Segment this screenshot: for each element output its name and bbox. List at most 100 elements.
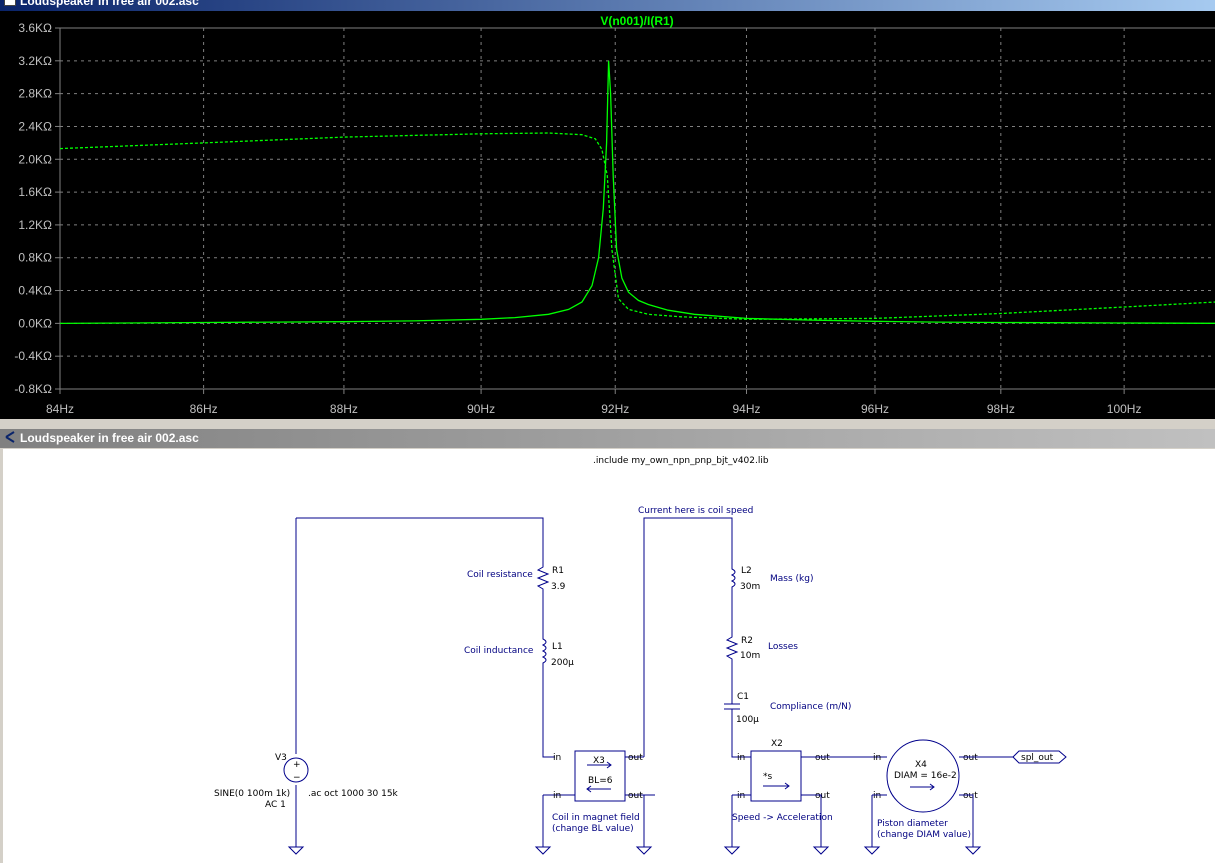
y-tick-label[interactable]: 2.4KΩ — [18, 119, 52, 133]
ground-symbol-x2-in[interactable] — [723, 794, 751, 855]
net-label-text[interactable]: spl_out — [1021, 753, 1054, 763]
l1-value[interactable]: 200µ — [551, 658, 574, 668]
x2-pin-out-plus: out — [815, 753, 830, 763]
y-tick-label[interactable]: 2.8KΩ — [18, 87, 52, 101]
x3-pin-in-minus: in — [553, 791, 561, 801]
y-axis-labels: 3.6KΩ 3.2KΩ 2.8KΩ 2.4KΩ 2.0KΩ 1.6KΩ 1.2KΩ 0.8KΩ… — [14, 21, 52, 396]
c1-name[interactable]: C1 — [737, 692, 749, 702]
coil-speed-note[interactable]: Current here is coil speed — [638, 506, 753, 516]
x3-arrow-left-icon — [586, 785, 611, 793]
y-tick-label[interactable]: 0.8KΩ — [18, 251, 52, 265]
x2-pin-in-plus: in — [737, 753, 745, 763]
coil-magnet-label-2[interactable]: (change BL value) — [552, 824, 634, 834]
schematic-drawing[interactable]: .include my_own_npn_pnp_bjt_v402.lib Cur… — [3, 449, 1215, 863]
r1-name[interactable]: R1 — [552, 566, 564, 576]
resistor-r1[interactable] — [536, 564, 550, 634]
x-tick-label[interactable]: 84Hz — [46, 402, 74, 416]
x-axis-labels: 84Hz86Hz88Hz90Hz92Hz94Hz96Hz98Hz100Hz102… — [46, 402, 1142, 416]
x4-pin-out-minus: out — [963, 791, 978, 801]
x3-value[interactable]: BL=6 — [588, 776, 613, 786]
r1-value[interactable]: 3.9 — [551, 582, 566, 592]
x4-name[interactable]: X4 — [915, 760, 927, 770]
wire-top-left[interactable] — [296, 517, 544, 564]
y-tick-label[interactable]: 3.6KΩ — [18, 21, 52, 35]
x-tick-label[interactable]: 100Hz — [1107, 402, 1142, 416]
capacitor-c1[interactable] — [724, 702, 751, 758]
speed-accel-label[interactable]: Speed -> Acceleration — [732, 813, 833, 823]
r2-value[interactable]: 10m — [740, 651, 760, 661]
ground-symbol-x3-in[interactable] — [534, 795, 552, 855]
l1-name[interactable]: L1 — [552, 642, 563, 652]
x4-value[interactable]: DIAM = 16e-2 — [894, 771, 957, 781]
x2-name[interactable]: X2 — [771, 739, 783, 749]
v3-value-sine[interactable]: SINE(0 100m 1k) — [214, 789, 290, 799]
series-phase-line[interactable] — [59, 132, 1215, 320]
plot-window-title: Loudspeaker in free air 002.asc — [20, 0, 199, 8]
window-icon — [4, 0, 16, 6]
block-x2[interactable] — [750, 750, 802, 802]
piston-label-2[interactable]: (change DIAM value) — [877, 830, 971, 840]
x-tick-label[interactable]: 88Hz — [330, 402, 358, 416]
coil-inductance-label[interactable]: Coil inductance — [464, 646, 534, 656]
coil-magnet-label-1[interactable]: Coil in magnet field — [552, 813, 640, 823]
plot-frame — [59, 27, 1215, 390]
x3-pin-out-minus: out — [628, 791, 643, 801]
ground-symbol-x2-out[interactable] — [801, 794, 830, 855]
x2-pin-out-minus: out — [815, 791, 830, 801]
x-tick-label[interactable]: 98Hz — [987, 402, 1015, 416]
source-plus-sign: + — [293, 760, 301, 770]
x2-arrow-icon — [763, 782, 790, 790]
ground-symbol-x4-out[interactable] — [959, 794, 982, 855]
x-tick-label[interactable]: 92Hz — [601, 402, 629, 416]
y-tick-label[interactable]: 1.6KΩ — [18, 185, 52, 199]
inductor-l2[interactable] — [730, 564, 736, 634]
y-tick-label[interactable]: 2.0KΩ — [18, 152, 52, 166]
x2-value[interactable]: *s — [763, 772, 773, 782]
source-minus-sign: − — [293, 773, 301, 783]
y-tick-label[interactable]: 0.0KΩ — [18, 316, 52, 330]
x3-pin-out-plus: out — [628, 753, 643, 763]
losses-label[interactable]: Losses — [768, 642, 798, 652]
x-tick-label[interactable]: 94Hz — [732, 402, 760, 416]
y-tick-label[interactable]: 3.2KΩ — [18, 54, 52, 68]
x4-arrow-icon — [910, 783, 935, 791]
x-tick-label[interactable]: 86Hz — [190, 402, 218, 416]
wire-coil-speed[interactable] — [643, 517, 733, 757]
c1-value[interactable]: 100µ — [736, 715, 759, 725]
l2-name[interactable]: L2 — [741, 566, 752, 576]
schematic-canvas[interactable]: .include my_own_npn_pnp_bjt_v402.lib Cur… — [3, 449, 1215, 863]
v3-value-ac[interactable]: AC 1 — [265, 800, 286, 810]
ac-directive[interactable]: .ac oct 1000 30 15k — [308, 789, 399, 799]
v3-name[interactable]: V3 — [275, 753, 287, 763]
chart-grid — [55, 27, 1215, 394]
waveform-plot-pane[interactable]: 3.6KΩ 3.2KΩ 2.8KΩ 2.4KΩ 2.0KΩ 1.6KΩ 1.2KΩ 0.8KΩ… — [0, 9, 1215, 419]
inductor-l1[interactable] — [541, 634, 555, 758]
x-tick-label[interactable]: 90Hz — [467, 402, 495, 416]
x4-pin-in-minus: in — [873, 791, 881, 801]
piston-label-1[interactable]: Piston diameter — [877, 819, 948, 829]
ground-symbol-x3-out[interactable] — [635, 795, 653, 855]
y-tick-label[interactable]: 0.4KΩ — [18, 284, 52, 298]
mass-label[interactable]: Mass (kg) — [770, 574, 813, 584]
x4-pin-out-plus: out — [963, 753, 978, 763]
r2-name[interactable]: R2 — [741, 636, 753, 646]
x2-pin-in-minus: in — [737, 791, 745, 801]
impedance-chart[interactable]: 3.6KΩ 3.2KΩ 2.8KΩ 2.4KΩ 2.0KΩ 1.6KΩ 1.2KΩ 0.8KΩ… — [0, 9, 1215, 419]
coil-resistance-label[interactable]: Coil resistance — [467, 570, 533, 580]
include-directive[interactable]: .include my_own_npn_pnp_bjt_v402.lib — [593, 456, 769, 466]
l2-value[interactable]: 30m — [740, 582, 760, 592]
schematic-window-title: Loudspeaker in free air 002.asc — [20, 431, 199, 445]
schematic-window-titlebar[interactable]: Loudspeaker in free air 002.asc — [0, 429, 1215, 448]
compliance-label[interactable]: Compliance (m/N) — [770, 702, 851, 712]
plot-window-titlebar[interactable]: Loudspeaker in free air 002.asc — [0, 0, 1215, 11]
y-tick-label[interactable]: -0.4KΩ — [14, 349, 52, 363]
trace-label[interactable]: V(n001)/I(R1) — [600, 14, 673, 28]
y-tick-label[interactable]: -0.8KΩ — [14, 382, 52, 396]
x4-pin-in-plus: in — [873, 753, 881, 763]
x3-pin-in-plus: in — [553, 753, 561, 763]
x-tick-label[interactable]: 96Hz — [861, 402, 889, 416]
schematic-icon — [4, 430, 16, 443]
resistor-r2[interactable] — [725, 634, 739, 702]
ground-symbol-v3[interactable] — [287, 846, 305, 855]
y-tick-label[interactable]: 1.2KΩ — [18, 218, 52, 232]
